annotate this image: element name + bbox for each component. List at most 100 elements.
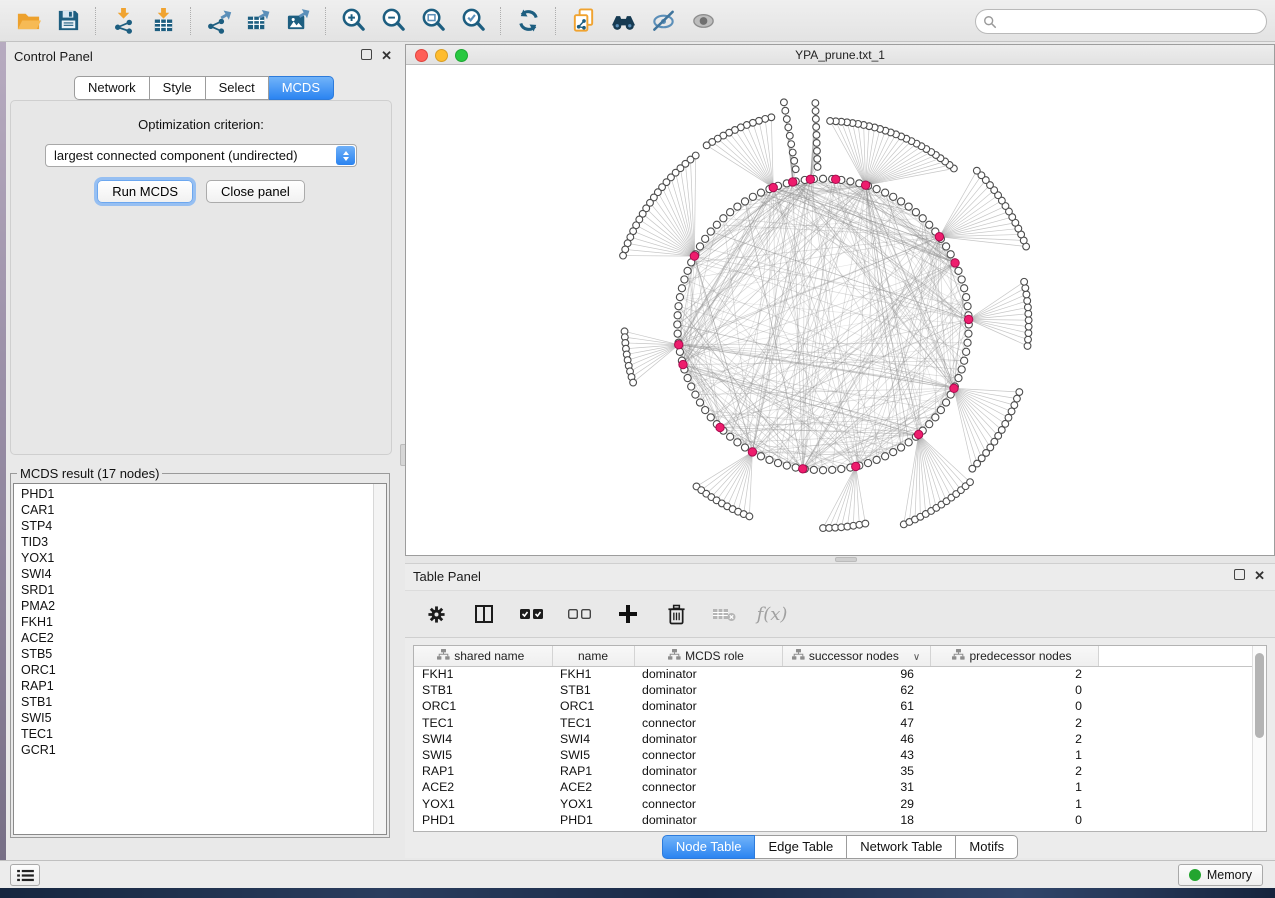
graph-node[interactable] xyxy=(692,391,699,398)
graph-node[interactable] xyxy=(873,456,880,463)
tab-network[interactable]: Network xyxy=(74,76,150,100)
graph-node[interactable] xyxy=(912,209,919,216)
graph-dominator-node[interactable] xyxy=(861,181,869,189)
graph-node[interactable] xyxy=(783,116,790,123)
splitter-grip[interactable] xyxy=(835,557,857,562)
table-row[interactable]: TEC1TEC1connector472 xyxy=(414,715,1252,731)
graph-node[interactable] xyxy=(814,148,821,155)
mcds-result-item[interactable]: TID3 xyxy=(21,534,386,550)
column-header-MCDS-role[interactable]: MCDS role xyxy=(634,646,782,666)
graph-node[interactable] xyxy=(681,276,688,283)
graph-dominator-node[interactable] xyxy=(716,423,724,431)
graph-node[interactable] xyxy=(720,215,727,222)
select-all-checkboxes-icon[interactable] xyxy=(519,601,545,627)
graph-node[interactable] xyxy=(964,303,971,310)
graph-node[interactable] xyxy=(965,330,972,337)
graph-node[interactable] xyxy=(882,189,889,196)
open-file-icon[interactable] xyxy=(8,4,48,38)
memory-button[interactable]: Memory xyxy=(1178,864,1263,886)
mcds-result-item[interactable]: TEC1 xyxy=(21,726,386,742)
graph-node[interactable] xyxy=(864,459,871,466)
table-scrollbar[interactable] xyxy=(1252,646,1266,831)
tab-network-table[interactable]: Network Table xyxy=(847,835,956,859)
graph-node[interactable] xyxy=(813,132,820,139)
graph-node[interactable] xyxy=(961,357,968,364)
graph-node[interactable] xyxy=(788,141,795,148)
graph-node[interactable] xyxy=(955,267,962,274)
show-columns-icon[interactable] xyxy=(471,601,497,627)
graph-node[interactable] xyxy=(829,466,836,473)
graph-dominator-node[interactable] xyxy=(675,341,683,349)
graph-node[interactable] xyxy=(897,444,904,451)
graph-node[interactable] xyxy=(713,221,720,228)
column-header-shared-name[interactable]: shared name xyxy=(414,646,552,666)
graph-node[interactable] xyxy=(873,185,880,192)
mcds-result-item[interactable]: ORC1 xyxy=(21,662,386,678)
graph-node[interactable] xyxy=(741,444,748,451)
graph-node[interactable] xyxy=(696,399,703,406)
graph-node[interactable] xyxy=(973,167,980,174)
graph-node[interactable] xyxy=(937,407,944,414)
tab-style[interactable]: Style xyxy=(150,76,206,100)
table-row[interactable]: ORC1ORC1dominator610 xyxy=(414,698,1252,714)
graph-node[interactable] xyxy=(684,374,691,381)
delete-column-icon[interactable] xyxy=(663,601,689,627)
network-overview-icon[interactable] xyxy=(603,4,643,38)
graph-node[interactable] xyxy=(819,175,826,182)
graph-node[interactable] xyxy=(757,189,764,196)
graph-dominator-node[interactable] xyxy=(964,315,972,323)
graph-node[interactable] xyxy=(702,407,709,414)
close-panel-icon[interactable]: ✕ xyxy=(381,49,392,62)
zoom-selected-icon[interactable] xyxy=(453,4,493,38)
graph-node[interactable] xyxy=(814,156,821,163)
graph-node[interactable] xyxy=(813,140,820,147)
graph-dominator-node[interactable] xyxy=(806,175,814,183)
graph-dominator-node[interactable] xyxy=(914,430,922,438)
table-scrollbar-thumb[interactable] xyxy=(1255,653,1264,738)
graph-node[interactable] xyxy=(812,108,819,115)
graph-node[interactable] xyxy=(1021,278,1028,285)
table-row[interactable]: SWI4SWI4dominator462 xyxy=(414,731,1252,747)
graph-dominator-node[interactable] xyxy=(690,252,698,260)
graph-node[interactable] xyxy=(926,421,933,428)
graph-node[interactable] xyxy=(1025,323,1032,330)
graph-node[interactable] xyxy=(905,203,912,210)
mcds-result-item[interactable]: SWI4 xyxy=(21,566,386,582)
zoom-in-icon[interactable] xyxy=(333,4,373,38)
column-header-predecessor-nodes[interactable]: predecessor nodes xyxy=(930,646,1098,666)
graph-dominator-node[interactable] xyxy=(748,448,756,456)
network-graph[interactable] xyxy=(406,65,1274,555)
mcds-result-item[interactable]: GCR1 xyxy=(21,742,386,758)
graph-node[interactable] xyxy=(741,198,748,205)
graph-node[interactable] xyxy=(890,193,897,200)
save-icon[interactable] xyxy=(48,4,88,38)
tab-edge-table[interactable]: Edge Table xyxy=(755,835,847,859)
graph-dominator-node[interactable] xyxy=(679,360,687,368)
graph-node[interactable] xyxy=(674,321,681,328)
mcds-result-item[interactable]: PHD1 xyxy=(21,486,386,502)
column-header-name[interactable]: name xyxy=(552,646,634,666)
graph-node[interactable] xyxy=(782,107,789,114)
graph-node[interactable] xyxy=(675,303,682,310)
export-image-icon[interactable] xyxy=(278,4,318,38)
graph-node[interactable] xyxy=(963,294,970,301)
mcds-result-item[interactable]: CAR1 xyxy=(21,502,386,518)
table-row[interactable]: STB1STB1dominator620 xyxy=(414,682,1252,698)
graph-node[interactable] xyxy=(734,203,741,210)
graph-node[interactable] xyxy=(926,221,933,228)
graph-node[interactable] xyxy=(789,149,796,156)
graph-node[interactable] xyxy=(932,414,939,421)
graph-node[interactable] xyxy=(1014,395,1021,402)
graph-node[interactable] xyxy=(630,379,637,386)
mcds-result-item[interactable]: STB5 xyxy=(21,646,386,662)
mcds-result-item[interactable]: STB1 xyxy=(21,694,386,710)
import-network-icon[interactable] xyxy=(103,4,143,38)
graph-node[interactable] xyxy=(749,193,756,200)
graph-node[interactable] xyxy=(678,285,685,292)
graph-dominator-node[interactable] xyxy=(950,384,958,392)
graph-node[interactable] xyxy=(961,285,968,292)
graph-dominator-node[interactable] xyxy=(799,465,807,473)
table-row[interactable]: SWI5SWI5connector431 xyxy=(414,747,1252,763)
graph-node[interactable] xyxy=(1016,389,1023,396)
task-history-button[interactable] xyxy=(10,864,40,886)
